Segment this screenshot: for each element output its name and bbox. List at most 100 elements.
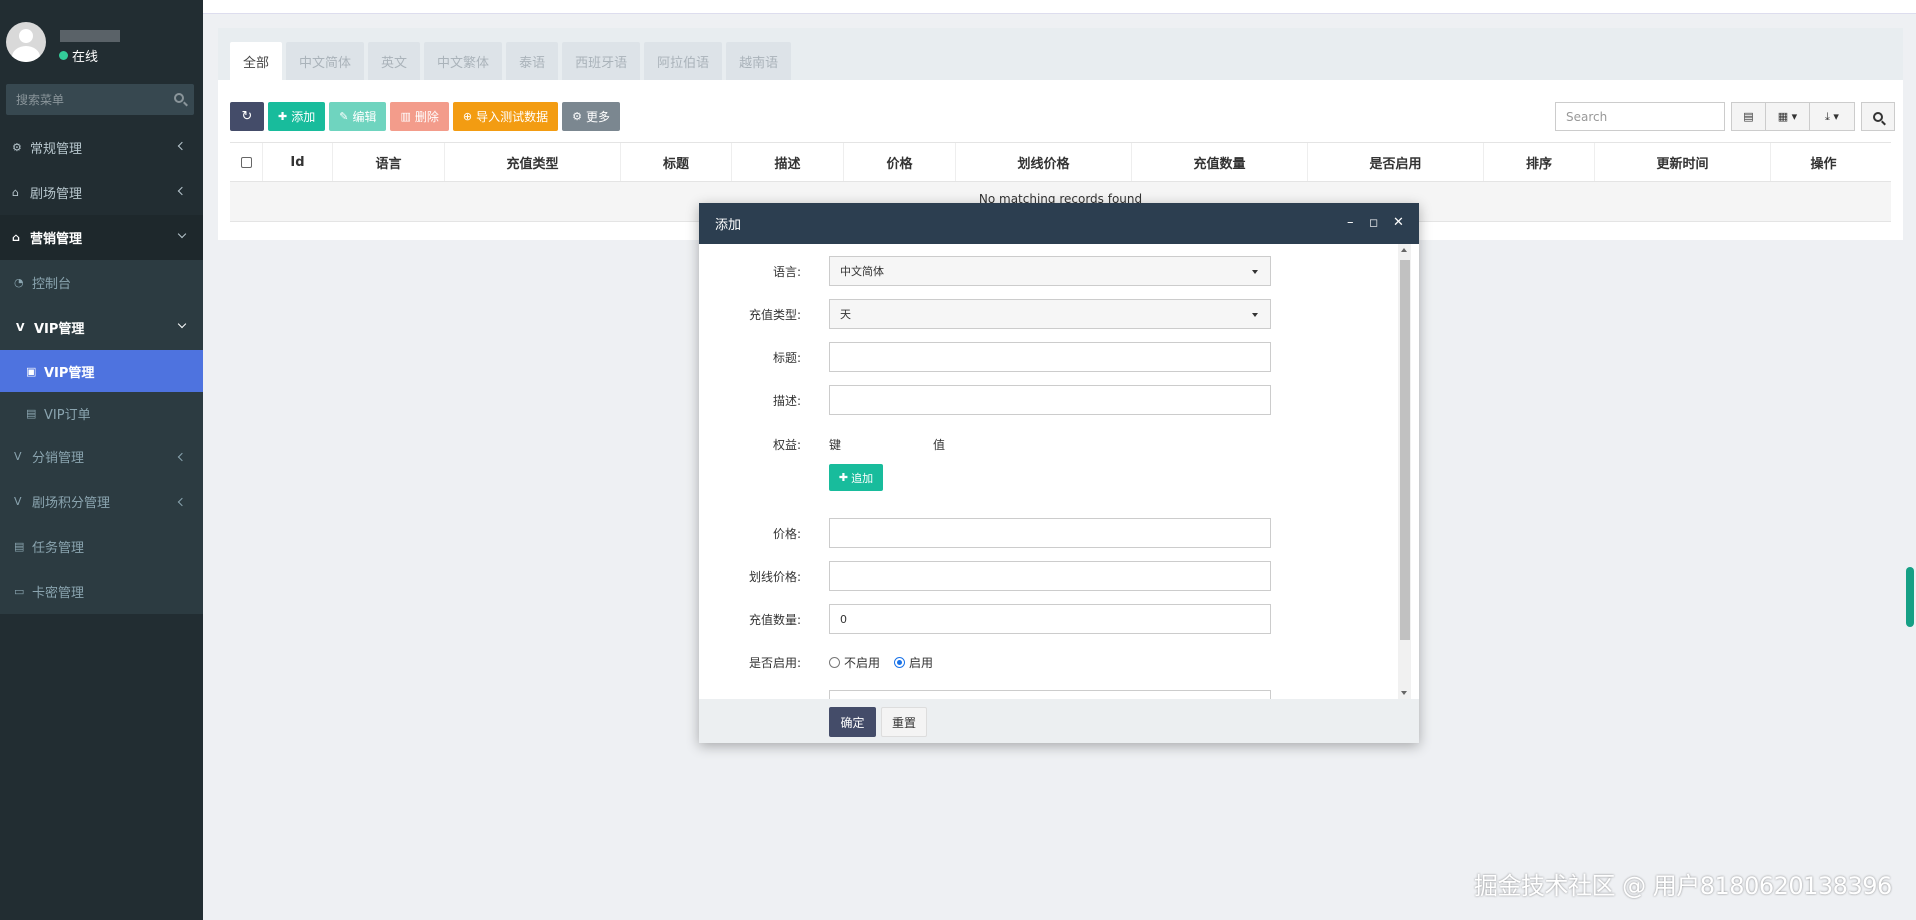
form-row-price: 价格: — [699, 518, 1399, 548]
sidebar-item-distribution[interactable]: V 分销管理 — [0, 434, 203, 479]
dialog-body: 语言: 中文简体 充值类型: 天 标题: 描述: 权益: 键 值 ✚ 追加 价格… — [699, 244, 1419, 699]
vimeo-icon: V — [16, 321, 25, 334]
dialog-scrollbar[interactable] — [1398, 244, 1411, 699]
vimeo-icon: V — [14, 495, 22, 508]
menu-search-input[interactable] — [6, 84, 156, 115]
desc-input[interactable] — [829, 385, 1271, 415]
scroll-up-icon[interactable] — [1401, 248, 1407, 252]
title-input[interactable] — [829, 342, 1271, 372]
common-search-button[interactable] — [1861, 102, 1895, 131]
column-header: 操作 — [1810, 156, 1837, 172]
toggle-view-button[interactable]: ▤ — [1732, 103, 1766, 130]
toolbar: ↻ ✚ 添加 ✎ 编辑 ▥ 删除 ⊕ 导入测试数据 ⚙ 更多 — [230, 102, 624, 131]
form-row-desc: 描述: — [699, 385, 1399, 415]
radio-label: 不启用 — [844, 655, 881, 670]
column-header[interactable]: 划线价格 — [956, 143, 1132, 181]
side-drawer-handle[interactable] — [1906, 567, 1914, 627]
add-button[interactable]: ✚ 添加 — [268, 102, 326, 131]
price-input[interactable] — [829, 518, 1271, 548]
sidebar-item-label: VIP管理 — [34, 322, 85, 337]
scroll-down-icon[interactable] — [1401, 691, 1407, 695]
qty-input[interactable]: 0 — [829, 604, 1271, 634]
tab-th[interactable]: 泰语 — [506, 42, 559, 80]
field-label: 充值数量: — [748, 612, 801, 627]
column-header[interactable]: 价格 — [844, 143, 956, 181]
field-label: 价格: — [772, 526, 801, 541]
field-label: 划线价格: — [748, 569, 801, 584]
column-header[interactable]: 排序 — [1484, 143, 1595, 181]
tab-vi[interactable]: 越南语 — [726, 42, 792, 80]
close-icon[interactable]: ✕ — [1393, 215, 1404, 230]
sidebar-item-dashboard[interactable]: ◔ 控制台 — [0, 260, 203, 305]
sidebar-item-label: 营销管理 — [30, 232, 83, 247]
tab-zh-tw[interactable]: 中文繁体 — [424, 42, 503, 80]
tab-all[interactable]: 全部 — [230, 42, 283, 80]
maximize-icon[interactable]: ◻ — [1369, 216, 1378, 229]
language-value: 中文简体 — [840, 265, 884, 278]
sidebar-item-points[interactable]: V 剧场积分管理 — [0, 479, 203, 524]
minimize-icon[interactable]: – — [1347, 215, 1354, 230]
radio-enable[interactable] — [894, 656, 906, 668]
type-select[interactable]: 天 — [829, 299, 1271, 329]
column-header[interactable]: Id — [263, 143, 333, 181]
import-test-data-button[interactable]: ⊕ 导入测试数据 — [452, 102, 559, 131]
chevron-left-icon — [177, 141, 187, 151]
avatar — [6, 22, 46, 62]
sidebar-item-general[interactable]: ⚙ 常规管理 — [0, 125, 203, 170]
reset-button[interactable]: 重置 — [881, 707, 927, 737]
th-icon: ▦ ▾ — [1777, 110, 1798, 123]
tab-zh-cn[interactable]: 中文简体 — [286, 42, 365, 80]
sidebar-item-marketing[interactable]: ⌂ 营销管理 — [0, 215, 203, 260]
form-row-qty: 充值数量: 0 — [699, 604, 1399, 634]
dialog-header[interactable]: 添加 – ◻ ✕ — [699, 203, 1419, 244]
cogs-icon: ⚙ — [12, 141, 22, 154]
edit-button[interactable]: ✎ 编辑 — [329, 102, 387, 131]
sidebar-item-theater[interactable]: ⌂ 剧场管理 — [0, 170, 203, 215]
refresh-button[interactable]: ↻ — [230, 102, 264, 131]
delete-button[interactable]: ▥ 删除 — [390, 102, 449, 131]
more-button[interactable]: ⚙ 更多 — [562, 102, 621, 131]
export-button[interactable]: ⤓ ▾ — [1810, 103, 1854, 130]
form-row-title: 标题: — [699, 342, 1399, 372]
sidebar-item-vip-manage[interactable]: ▣ VIP管理 — [0, 350, 203, 392]
next-field-partial[interactable] — [829, 690, 1271, 699]
column-header[interactable]: 描述 — [732, 143, 844, 181]
gear-icon: ⚙ — [572, 110, 582, 123]
select-all-checkbox[interactable] — [240, 156, 252, 168]
column-header[interactable]: 标题 — [621, 143, 732, 181]
append-rights-button[interactable]: ✚ 追加 — [829, 464, 883, 491]
dialog-title: 添加 — [715, 218, 742, 233]
sidebar-item-vip-group[interactable]: V VIP管理 — [0, 305, 203, 350]
column-header[interactable]: 充值类型 — [445, 143, 621, 181]
sidebar-item-vip-orders[interactable]: ▤ VIP订单 — [0, 392, 203, 434]
column-header[interactable]: 语言 — [333, 143, 445, 181]
strike-price-input[interactable] — [829, 561, 1271, 591]
radio-disable[interactable] — [829, 656, 840, 668]
language-select[interactable]: 中文简体 — [829, 256, 1271, 286]
search-icon[interactable] — [174, 93, 184, 103]
scroll-thumb[interactable] — [1400, 260, 1410, 640]
sidebar-item-label: 控制台 — [32, 277, 72, 292]
columns-button[interactable]: ▦ ▾ — [1766, 103, 1810, 130]
tab-es[interactable]: 西班牙语 — [562, 42, 641, 80]
column-header[interactable]: 更新时间 — [1595, 143, 1771, 181]
field-label: 是否启用: — [748, 655, 801, 670]
tab-en[interactable]: 英文 — [368, 42, 421, 80]
sidebar-item-cards[interactable]: ▭ 卡密管理 — [0, 569, 203, 614]
column-header[interactable]: 充值数量 — [1132, 143, 1308, 181]
sidebar: 在线 ⚙ 常规管理 ⌂ 剧场管理 ⌂ 营销管理 ◔ 控制台 V — [0, 0, 203, 920]
delete-label: 删除 — [414, 110, 439, 124]
table-search-input[interactable] — [1555, 102, 1725, 131]
plus-icon: ✚ — [838, 471, 849, 484]
radio-label: 启用 — [909, 655, 934, 670]
column-header[interactable]: 是否启用 — [1308, 143, 1484, 181]
vimeo-square-icon: ▣ — [26, 364, 37, 378]
confirm-button[interactable]: 确定 — [829, 707, 876, 737]
chevron-down-icon — [177, 319, 187, 329]
top-navbar — [203, 0, 1916, 14]
sidebar-item-tasks[interactable]: ▤ 任务管理 — [0, 524, 203, 569]
tab-ar[interactable]: 阿拉伯语 — [644, 42, 723, 80]
menu-search[interactable] — [6, 84, 194, 115]
append-label: 追加 — [851, 471, 874, 485]
list-icon: ▤ — [1743, 110, 1754, 123]
